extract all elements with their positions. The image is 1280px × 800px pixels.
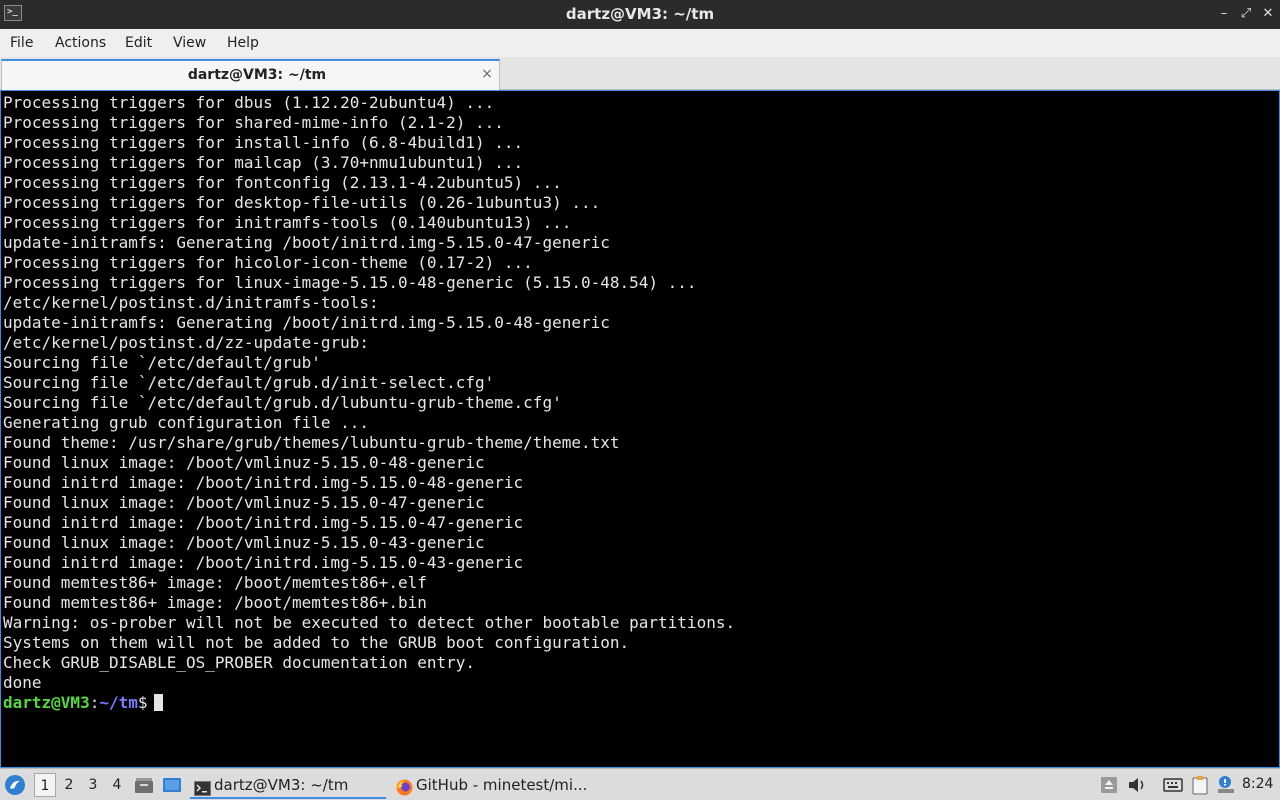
prompt-path: ~/tm — [99, 693, 138, 712]
terminal-line: Sourcing file `/etc/default/grub.d/init-… — [3, 373, 495, 392]
prompt-symbol: $ — [137, 693, 148, 712]
text-cursor — [153, 694, 163, 711]
window-titlebar[interactable]: >_ dartz@VM3: ~/tm – ⤢ ✕ — [0, 0, 1280, 29]
terminal-line: Found memtest86+ image: /boot/memtest86+… — [3, 593, 427, 612]
terminal-line: Processing triggers for install-info (6.… — [3, 133, 524, 152]
terminal-line: Found linux image: /boot/vmlinuz-5.15.0-… — [3, 493, 485, 512]
terminal-line: Found linux image: /boot/vmlinuz-5.15.0-… — [3, 533, 485, 552]
terminal-line: update-initramfs: Generating /boot/initr… — [3, 233, 610, 252]
start-menu-icon[interactable] — [4, 774, 26, 796]
terminal-line: Found initrd image: /boot/initrd.img-5.1… — [3, 513, 524, 532]
terminal-line: Found initrd image: /boot/initrd.img-5.1… — [3, 553, 524, 572]
terminal-line: Processing triggers for desktop-file-uti… — [3, 193, 601, 212]
terminal-line: Systems on them will not be added to the… — [3, 633, 630, 652]
terminal-line: Processing triggers for fontconfig (2.13… — [3, 173, 562, 192]
workspace-1[interactable]: 1 — [34, 773, 56, 797]
taskbar: 1 2 3 4 dartz@VM3: ~/tm GitHub - minetes… — [0, 768, 1280, 800]
prompt-user-host: dartz@VM3 — [3, 693, 90, 712]
terminal-line: Check GRUB_DISABLE_OS_PROBER documentati… — [3, 653, 476, 672]
task-label: dartz@VM3: ~/tm — [214, 776, 349, 794]
update-icon[interactable] — [1098, 774, 1120, 796]
terminal-line: Processing triggers for initramfs-tools … — [3, 213, 572, 232]
terminal-line: /etc/kernel/postinst.d/zz-update-grub: — [3, 333, 370, 352]
tab-terminal[interactable]: dartz@VM3: ~/tm × — [1, 59, 500, 90]
terminal-view[interactable]: Processing triggers for dbus (1.12.20-2u… — [0, 90, 1280, 768]
close-button[interactable]: ✕ — [1258, 4, 1278, 24]
terminal-line: Found initrd image: /boot/initrd.img-5.1… — [3, 473, 524, 492]
task-terminal[interactable]: dartz@VM3: ~/tm — [190, 771, 386, 799]
keyboard-icon[interactable] — [1162, 774, 1184, 796]
terminal-line: Processing triggers for hicolor-icon-the… — [3, 253, 533, 272]
terminal-line: Processing triggers for mailcap (3.70+nm… — [3, 153, 524, 172]
volume-icon[interactable] — [1126, 774, 1148, 796]
terminal-line: Found linux image: /boot/vmlinuz-5.15.0-… — [3, 453, 485, 472]
terminal-line: /etc/kernel/postinst.d/initramfs-tools: — [3, 293, 379, 312]
task-firefox[interactable]: GitHub - minetest/mi... — [392, 771, 592, 799]
terminal-line: Generating grub configuration file ... — [3, 413, 370, 432]
minimize-button[interactable]: – — [1214, 4, 1234, 24]
terminal-output: Processing triggers for dbus (1.12.20-2u… — [3, 93, 735, 713]
file-manager-icon[interactable] — [134, 775, 154, 795]
terminal-prompt-line[interactable]: dartz@VM3:~/tm$ — [3, 693, 735, 713]
menu-view[interactable]: View — [173, 29, 206, 57]
clock[interactable]: 8:24 — [1242, 769, 1273, 800]
terminal-line: Processing triggers for shared-mime-info… — [3, 113, 504, 132]
menu-edit[interactable]: Edit — [125, 29, 152, 57]
tab-close-icon[interactable]: × — [478, 64, 496, 84]
terminal-line: Found theme: /usr/share/grub/themes/lubu… — [3, 433, 620, 452]
terminal-line: update-initramfs: Generating /boot/initr… — [3, 313, 610, 332]
task-label: GitHub - minetest/mi... — [416, 776, 588, 794]
terminal-line: Processing triggers for dbus (1.12.20-2u… — [3, 93, 495, 112]
terminal-line: Found memtest86+ image: /boot/memtest86+… — [3, 573, 427, 592]
prompt-separator: : — [89, 693, 100, 712]
workspace-2[interactable]: 2 — [58, 773, 80, 797]
menu-bar: File Actions Edit View Help — [0, 29, 1280, 57]
clipboard-icon[interactable] — [1189, 774, 1211, 796]
menu-actions[interactable]: Actions — [55, 29, 106, 57]
terminal-line: Warning: os-prober will not be executed … — [3, 613, 736, 632]
terminal-line: Sourcing file `/etc/default/grub' — [3, 353, 321, 372]
firefox-icon — [396, 777, 413, 796]
show-desktop-icon[interactable] — [162, 775, 182, 795]
menu-help[interactable]: Help — [227, 29, 259, 57]
maximize-button[interactable]: ⤢ — [1236, 4, 1256, 24]
window-title: dartz@VM3: ~/tm — [565, 5, 715, 23]
terminal-line: done — [3, 673, 42, 692]
notification-icon[interactable] — [1215, 774, 1237, 796]
terminal-line: Sourcing file `/etc/default/grub.d/lubun… — [3, 393, 562, 412]
workspace-3[interactable]: 3 — [82, 773, 104, 797]
menu-file[interactable]: File — [10, 29, 33, 57]
tab-bar: dartz@VM3: ~/tm × — [0, 57, 1280, 90]
terminal-icon — [194, 777, 211, 796]
workspace-4[interactable]: 4 — [106, 773, 128, 797]
tab-label: dartz@VM3: ~/tm — [187, 67, 327, 83]
terminal-line: Processing triggers for linux-image-5.15… — [3, 273, 697, 292]
